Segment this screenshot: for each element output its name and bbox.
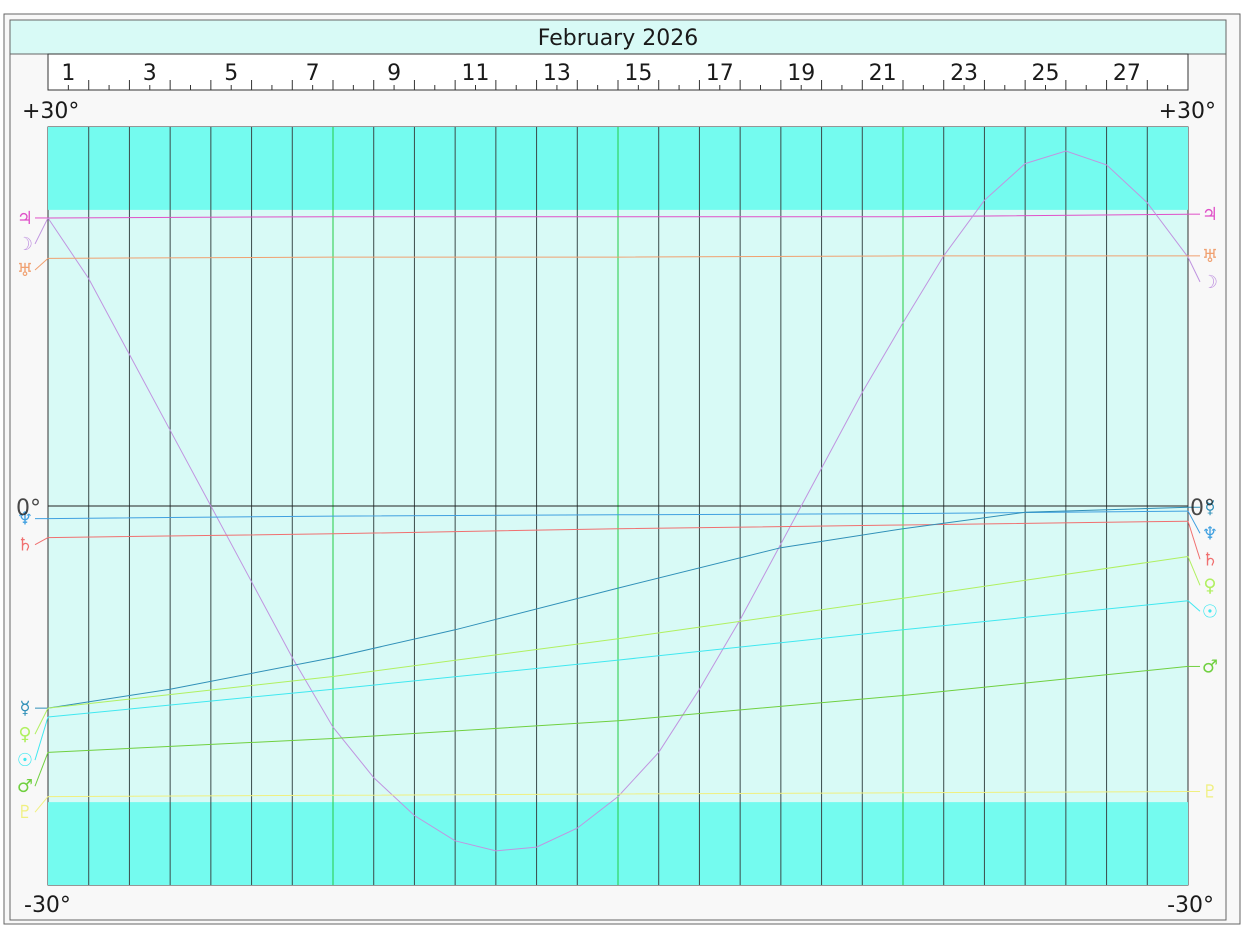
x-tick-label: 13	[543, 61, 571, 86]
x-tick-label: 15	[624, 61, 652, 86]
planet-glyph: ☿	[19, 698, 30, 719]
planet-glyph: ♃	[1202, 204, 1218, 225]
x-tick-label: 11	[462, 61, 490, 86]
y-label-top-left: +30°	[22, 99, 79, 124]
planet-glyph: ☽	[17, 234, 33, 255]
x-tick-label: 27	[1113, 61, 1141, 86]
x-tick-label: 9	[387, 61, 401, 86]
planet-glyph: ♇	[1202, 782, 1218, 803]
planet-glyph: ♂	[1202, 656, 1218, 677]
y-label-zero-left: 0°	[16, 496, 41, 521]
planet-glyph: ♄	[17, 535, 33, 556]
y-label-zero-right: 0°	[1190, 496, 1215, 521]
x-tick-label: 7	[306, 61, 320, 86]
y-label-bottom-right: -30°	[1167, 893, 1214, 918]
x-tick-label: 5	[224, 61, 238, 86]
x-tick-label: 1	[61, 61, 75, 86]
planet-glyph: ♀	[18, 724, 31, 745]
x-tick-label: 21	[869, 61, 897, 86]
x-tick-label: 25	[1032, 61, 1060, 86]
planet-glyph: ♀	[1203, 575, 1216, 596]
planet-glyph: ☉	[1202, 601, 1218, 622]
declination-chart: February 2026 1 3 5 7 9 11 13 15 17 19 21 23 25 27 ♃☽…	[3, 13, 1241, 925]
x-tick-label: 3	[143, 61, 157, 86]
planet-glyph: ♃	[17, 208, 33, 229]
planet-glyph: ♆	[1202, 523, 1218, 544]
planet-glyph: ♅	[17, 260, 33, 281]
planet-glyph: ☽	[1202, 272, 1218, 293]
x-tick-label: 17	[706, 61, 734, 86]
y-label-bottom-left: -30°	[24, 893, 71, 918]
planet-glyph: ♅	[1202, 246, 1218, 267]
x-tick-label: 23	[950, 61, 978, 86]
x-tick-label: 19	[787, 61, 815, 86]
planet-glyph: ☉	[17, 750, 33, 771]
chart-title: February 2026	[538, 26, 698, 51]
planet-glyph: ♇	[17, 802, 33, 823]
planet-glyph: ♄	[1202, 549, 1218, 570]
y-label-top-right: +30°	[1159, 99, 1216, 124]
planet-glyph: ♂	[17, 776, 33, 797]
